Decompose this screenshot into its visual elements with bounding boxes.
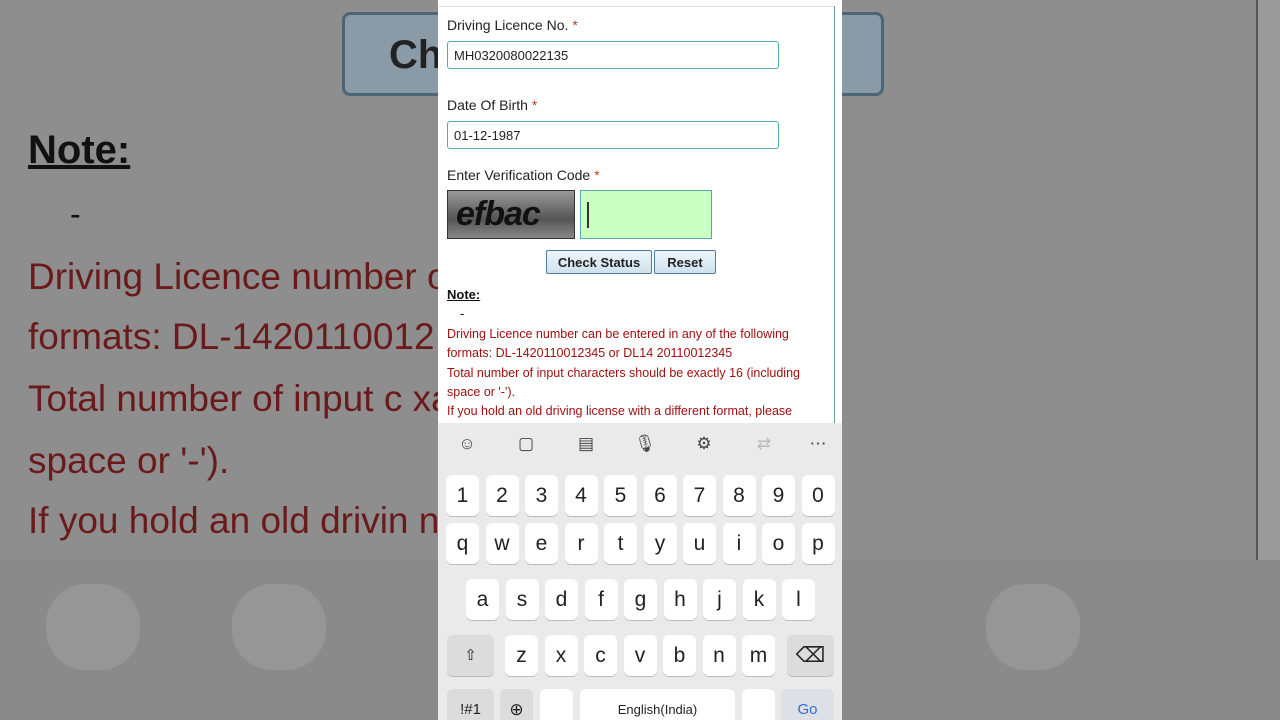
- key-z[interactable]: z: [505, 635, 538, 676]
- emoji-icon[interactable]: ☺: [455, 432, 479, 456]
- gear-icon[interactable]: ⚙: [692, 432, 716, 456]
- note-line: Driving Licence number can be entered in…: [447, 327, 789, 341]
- background-dash: -: [70, 196, 81, 232]
- clipboard-icon[interactable]: ▢: [514, 432, 538, 456]
- dl-number-input[interactable]: MH0320080022135: [447, 41, 779, 69]
- key-o[interactable]: o: [762, 523, 795, 564]
- note-line: Total number of input characters should …: [447, 365, 800, 380]
- check-status-button[interactable]: Check Status: [546, 250, 652, 274]
- dl-number-label: Driving Licence No. *: [447, 17, 578, 33]
- go-key[interactable]: Go: [781, 689, 834, 720]
- text-caret: [587, 202, 589, 228]
- microphone-icon[interactable]: 🎙: [633, 432, 657, 456]
- background-line: space or '-').: [28, 440, 230, 481]
- key-y[interactable]: y: [643, 523, 677, 564]
- on-screen-keyboard: ☺ ▢ ▤ 🎙 ⚙ ⇄ ⋯ 1234567890 qwertyuiop asdfgh…: [438, 423, 842, 720]
- comma-key[interactable]: [540, 689, 573, 720]
- divider: [438, 6, 834, 7]
- key-l[interactable]: l: [782, 579, 815, 620]
- translate-icon[interactable]: ⇄: [752, 432, 776, 456]
- key-j[interactable]: j: [703, 579, 736, 620]
- key-s[interactable]: s: [505, 579, 539, 620]
- key-d[interactable]: d: [545, 579, 578, 620]
- phone-screen: Driving Licence No. * MH0320080022135 Dat…: [438, 0, 842, 720]
- notes-icon[interactable]: ▤: [574, 432, 598, 456]
- symbols-key[interactable]: !#1: [447, 689, 494, 720]
- background-translate-icon: [986, 584, 1080, 670]
- note-text: Driving Licence number can be entered in…: [447, 325, 827, 421]
- note-title: Note:: [447, 287, 481, 302]
- key-x[interactable]: x: [544, 635, 578, 676]
- background-note-title: Note:: [28, 128, 131, 172]
- background-button-label: Ch: [389, 33, 443, 77]
- verification-code-input[interactable]: [580, 190, 712, 239]
- dob-input[interactable]: 01-12-1987: [447, 121, 779, 149]
- key-9[interactable]: 9: [762, 475, 795, 516]
- space-key[interactable]: English(India): [580, 689, 735, 720]
- more-icon[interactable]: ⋯: [806, 432, 830, 456]
- divider: [834, 6, 835, 423]
- key-t[interactable]: t: [604, 523, 637, 564]
- note-dash: -: [460, 306, 465, 321]
- note-line: If you hold an old driving license with …: [447, 404, 793, 419]
- key-8[interactable]: 8: [722, 475, 756, 516]
- key-h[interactable]: h: [663, 579, 697, 620]
- key-4[interactable]: 4: [564, 475, 598, 516]
- key-i[interactable]: i: [722, 523, 756, 564]
- key-7[interactable]: 7: [683, 475, 716, 516]
- dl-status-form: Driving Licence No. * MH0320080022135 Dat…: [438, 0, 842, 423]
- key-n[interactable]: n: [702, 635, 736, 676]
- key-r[interactable]: r: [564, 523, 598, 564]
- globe-icon[interactable]: ⊕: [500, 689, 533, 720]
- dob-label: Date Of Birth *: [447, 97, 538, 113]
- key-f[interactable]: f: [584, 579, 618, 620]
- key-3[interactable]: 3: [525, 475, 558, 516]
- key-w[interactable]: w: [485, 523, 519, 564]
- reset-button[interactable]: Reset: [654, 250, 716, 274]
- key-b[interactable]: b: [663, 635, 696, 676]
- background-clipboard-icon: [232, 584, 326, 670]
- note-line: formats: DL-1420110012345 or DL14 201100…: [447, 346, 733, 361]
- key-6[interactable]: 6: [643, 475, 677, 516]
- key-0[interactable]: 0: [801, 475, 835, 516]
- key-1[interactable]: 1: [446, 475, 479, 516]
- background-emoji-icon: [46, 584, 140, 670]
- verification-code-label: Enter Verification Code *: [447, 167, 600, 183]
- key-5[interactable]: 5: [604, 475, 637, 516]
- period-key[interactable]: [742, 689, 775, 720]
- key-v[interactable]: v: [623, 635, 657, 676]
- backspace-key[interactable]: ⌫: [787, 635, 834, 676]
- note-line: space or '-').: [447, 384, 515, 399]
- key-q[interactable]: q: [446, 523, 479, 564]
- captcha-image: efbac: [447, 190, 575, 239]
- shift-key[interactable]: ⇧: [447, 635, 494, 676]
- key-c[interactable]: c: [584, 635, 617, 676]
- key-p[interactable]: p: [801, 523, 835, 564]
- key-k[interactable]: k: [742, 579, 776, 620]
- key-m[interactable]: m: [742, 635, 775, 676]
- key-a[interactable]: a: [466, 579, 499, 620]
- key-2[interactable]: 2: [485, 475, 519, 516]
- key-g[interactable]: g: [624, 579, 657, 620]
- key-u[interactable]: u: [683, 523, 716, 564]
- key-e[interactable]: e: [525, 523, 558, 564]
